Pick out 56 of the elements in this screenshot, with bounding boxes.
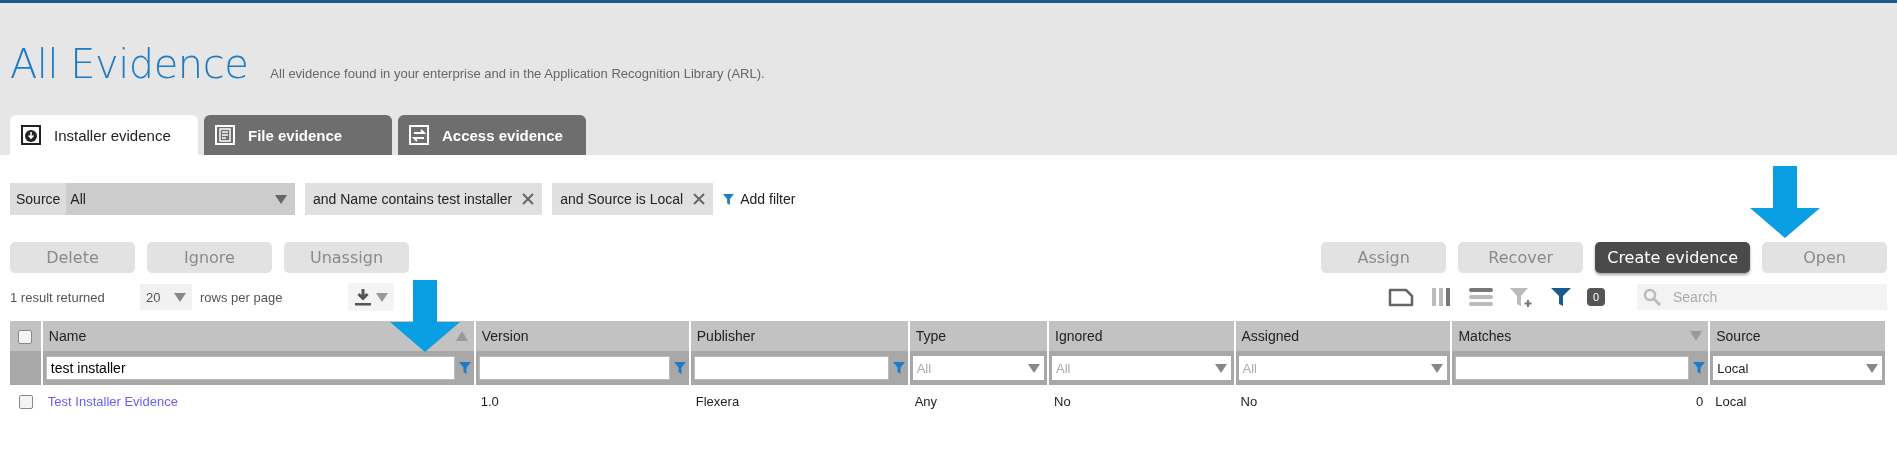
installer-icon: [20, 124, 42, 146]
column-header[interactable]: Source: [1716, 328, 1761, 344]
select-all-checkbox[interactable]: [18, 330, 33, 345]
tab[interactable]: Installer evidence: [10, 115, 198, 155]
caret-icon: [275, 194, 287, 204]
caret-icon: [174, 292, 186, 302]
column-header[interactable]: Publisher: [696, 328, 756, 344]
page-size-dropdown[interactable]: 20: [140, 284, 192, 310]
action-button[interactable]: Create evidence: [1595, 242, 1750, 273]
document-icon: [214, 124, 236, 146]
table-cell: No: [1240, 393, 1258, 409]
table-cell: Flexera: [695, 393, 740, 409]
column-filter-field[interactable]: [478, 356, 670, 380]
column-header[interactable]: Type: [915, 328, 946, 344]
column-filter-field[interactable]: test installer: [45, 356, 455, 380]
rows-icon[interactable]: [1466, 285, 1495, 309]
column-header[interactable]: Ignored: [1055, 328, 1103, 344]
download-icon: [354, 288, 373, 306]
column-header[interactable]: Name: [48, 328, 87, 344]
caret-icon: [1431, 363, 1444, 373]
filter-chip[interactable]: and Source is Local: [552, 183, 714, 215]
table-cell: 1.0: [480, 393, 499, 409]
evidence-link[interactable]: Test Installer Evidence: [47, 393, 178, 409]
column-filter-dropdown[interactable]: Local: [1713, 356, 1882, 380]
caret-icon: [376, 292, 389, 302]
rows-per-page-label: rows per page: [200, 289, 283, 305]
swap-arrows-icon: [408, 124, 430, 146]
column-header[interactable]: Assigned: [1241, 328, 1300, 344]
caret-icon: [1214, 363, 1227, 373]
row-checkbox[interactable]: [18, 394, 33, 409]
tab[interactable]: Access evidence: [398, 115, 586, 155]
page-title: All Evidence: [10, 41, 249, 87]
page-subtitle: All evidence found in your enterprise and in the Application Recognition Library (ARL).: [270, 66, 765, 81]
column-header[interactable]: Matches: [1458, 328, 1512, 344]
filter-icon[interactable]: [723, 193, 735, 205]
caret-icon: [1028, 363, 1040, 373]
filter-chip[interactable]: and Name contains test installer: [305, 183, 543, 215]
down-arrow-icon: [390, 280, 460, 352]
column-filter-field[interactable]: [693, 356, 889, 380]
add-filter-button[interactable]: Add filter: [723, 191, 796, 207]
result-count: 1 result returned: [10, 289, 106, 305]
export-button[interactable]: [348, 283, 395, 311]
close-icon[interactable]: [522, 193, 535, 205]
table-cell: No: [1054, 393, 1071, 409]
column-header[interactable]: Version: [481, 328, 529, 344]
table-cell: Any: [914, 393, 938, 409]
table-cell: Local: [1715, 393, 1747, 409]
source-dropdown[interactable]: Source All: [10, 183, 295, 215]
search-field[interactable]: Search: [1637, 284, 1887, 310]
close-icon[interactable]: [693, 193, 706, 205]
caret-icon: [1866, 363, 1878, 373]
count-badge: 0: [1586, 288, 1605, 306]
table-cell: 0: [1696, 393, 1704, 409]
column-filter-field[interactable]: [1455, 356, 1690, 380]
tab[interactable]: File evidence: [204, 115, 392, 155]
down-arrow-icon: [1750, 166, 1820, 238]
